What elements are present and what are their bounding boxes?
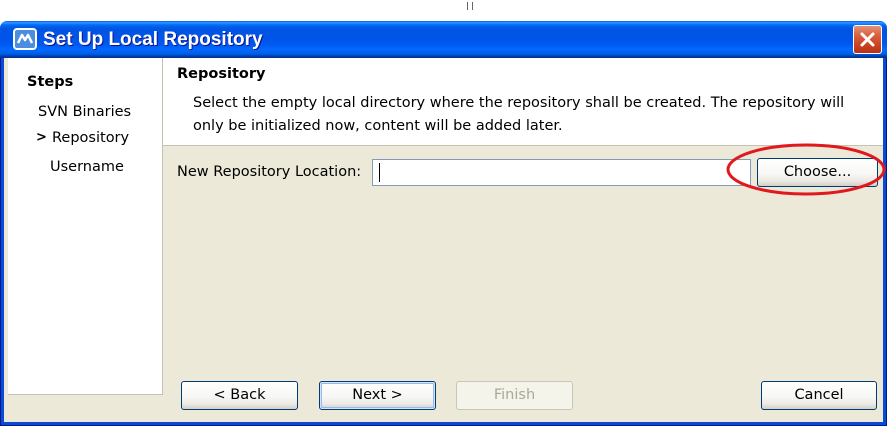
repository-location-input[interactable] bbox=[372, 159, 751, 186]
location-label: New Repository Location: bbox=[177, 164, 362, 180]
steps-heading: Steps bbox=[27, 74, 74, 90]
window-title: Set Up Local Repository bbox=[43, 29, 263, 50]
next-button[interactable]: Next > bbox=[319, 381, 436, 410]
step-item-repository: > Repository bbox=[36, 129, 130, 147]
choose-button[interactable]: Choose... bbox=[757, 158, 878, 187]
current-step-marker: > bbox=[36, 130, 47, 145]
panel-title: Repository bbox=[177, 66, 266, 82]
step-label: Repository bbox=[52, 130, 130, 146]
panel-description-line: only be initialized now, content will be… bbox=[193, 118, 563, 134]
close-icon bbox=[860, 32, 875, 47]
cancel-button[interactable]: Cancel bbox=[761, 381, 877, 410]
panel-description-line: Select the empty local directory where t… bbox=[193, 95, 845, 111]
step-label: SVN Binaries bbox=[38, 104, 132, 120]
step-label: Username bbox=[50, 159, 124, 175]
screen-artifact bbox=[467, 2, 473, 10]
app-icon bbox=[13, 28, 37, 50]
back-button[interactable]: < Back bbox=[181, 381, 298, 410]
step-item-username: > Username bbox=[50, 158, 124, 176]
step-item-svn-binaries: > SVN Binaries bbox=[38, 103, 131, 121]
close-button[interactable] bbox=[853, 25, 882, 54]
finish-button[interactable]: Finish bbox=[456, 381, 573, 410]
